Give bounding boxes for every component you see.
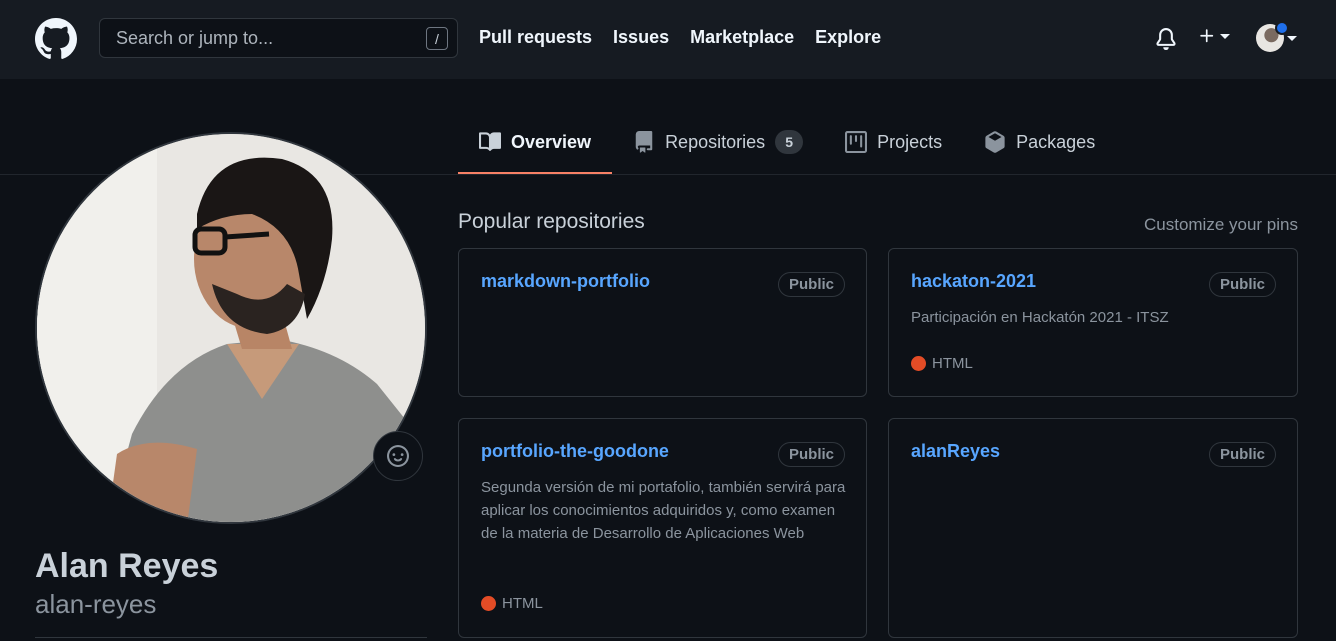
search-input[interactable]: Search or jump to... / <box>99 18 458 58</box>
visibility-badge: Public <box>777 442 845 467</box>
repo-link[interactable]: markdown-portfolio <box>481 271 650 291</box>
tab-repositories[interactable]: Repositories 5 <box>612 112 824 172</box>
visibility-badge: Public <box>777 272 845 297</box>
set-status-button[interactable] <box>373 431 423 481</box>
repo-card: portfolio-the-goodone Public Segunda ver… <box>458 418 867 638</box>
tab-projects[interactable]: Projects <box>824 112 963 172</box>
tab-packages-label: Packages <box>1016 131 1096 152</box>
global-nav: Pull requests Issues Marketplace Explore <box>479 27 881 48</box>
chevron-down-icon <box>1287 35 1297 41</box>
profile-full-name: Alan Reyes <box>35 547 219 585</box>
sidebar-divider <box>35 637 427 638</box>
notification-dot-icon <box>1275 21 1289 35</box>
top-header: Search or jump to... / Pull requests Iss… <box>0 0 1336 79</box>
visibility-badge: Public <box>1208 272 1276 297</box>
create-new-dropdown[interactable] <box>1198 27 1230 45</box>
tab-projects-label: Projects <box>877 131 943 152</box>
github-logo-icon[interactable] <box>35 18 77 60</box>
language-color-dot <box>481 596 496 611</box>
project-icon <box>845 131 868 153</box>
profile-avatar <box>35 132 427 524</box>
repo-link[interactable]: portfolio-the-goodone <box>481 441 669 461</box>
repo-card: alanReyes Public <box>888 418 1298 638</box>
customize-pins-link[interactable]: Customize your pins <box>1144 215 1298 235</box>
repo-card: markdown-portfolio Public <box>458 248 867 397</box>
nav-marketplace[interactable]: Marketplace <box>690 27 794 48</box>
tab-overview-label: Overview <box>511 131 592 152</box>
nav-issues[interactable]: Issues <box>613 27 669 48</box>
repositories-count-badge: 5 <box>775 130 804 154</box>
package-icon <box>985 131 1005 153</box>
language-color-dot <box>911 356 926 371</box>
repo-description: Participación en Hackatón 2021 - ITSZ <box>911 309 1169 326</box>
repo-description: Segunda versión de mi portafolio, tambié… <box>481 479 846 542</box>
repo-language: HTML <box>481 595 543 612</box>
smiley-icon <box>387 445 409 467</box>
profile-username: alan-reyes <box>35 589 157 619</box>
repo-icon <box>635 131 653 153</box>
profile-photo-image <box>37 134 425 522</box>
repo-language: HTML <box>911 355 973 372</box>
nav-explore[interactable]: Explore <box>815 27 881 48</box>
profile-tabs: Overview Repositories 5 Projects Package… <box>458 112 1116 174</box>
search-shortcut-key: / <box>426 27 448 50</box>
repo-card: hackaton-2021 Public Participación en Ha… <box>888 248 1298 397</box>
repo-link[interactable]: alanReyes <box>911 441 1000 461</box>
language-label: HTML <box>502 595 543 612</box>
tab-packages[interactable]: Packages <box>963 112 1116 172</box>
language-label: HTML <box>932 355 973 372</box>
popular-repos-title: Popular repositories <box>458 210 645 233</box>
book-icon <box>479 132 501 151</box>
visibility-badge: Public <box>1208 442 1276 467</box>
nav-pull-requests[interactable]: Pull requests <box>479 27 592 48</box>
tab-repositories-label: Repositories <box>665 131 766 152</box>
plus-icon <box>1200 29 1214 43</box>
chevron-down-icon <box>1220 33 1230 39</box>
search-placeholder: Search or jump to... <box>116 27 274 48</box>
repo-link[interactable]: hackaton-2021 <box>911 271 1036 291</box>
tab-overview[interactable]: Overview <box>458 112 613 174</box>
notifications-bell-icon[interactable] <box>1155 27 1177 51</box>
